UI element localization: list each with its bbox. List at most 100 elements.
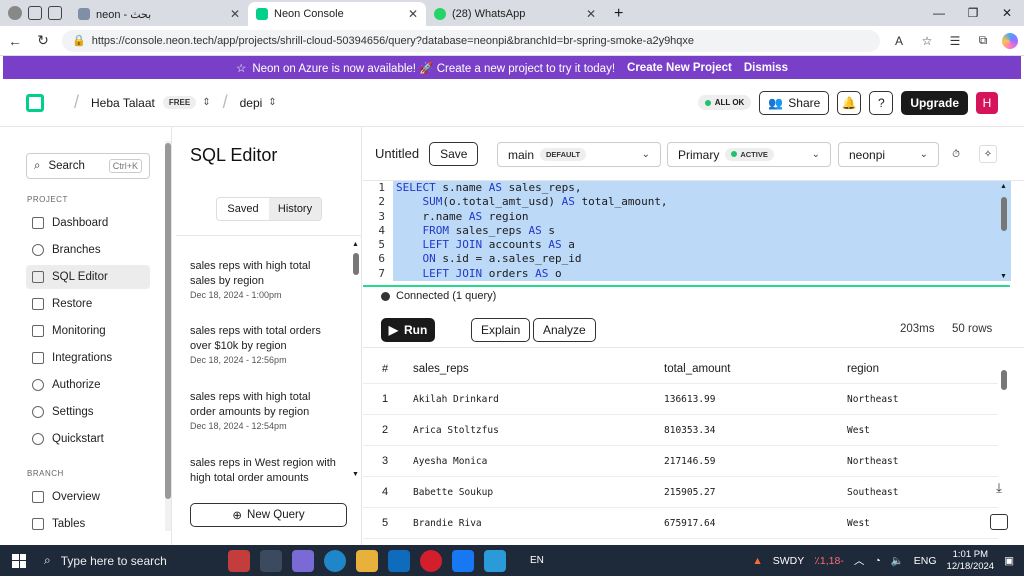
table-cell[interactable]: 217146.59 (664, 456, 847, 467)
table-row[interactable]: 4 Babette Soukup 215905.27 Southeast (363, 477, 998, 508)
search-button[interactable]: ⌕ Search Ctrl+K (26, 153, 150, 179)
queries-scrollbar[interactable]: ▲ ▼ (352, 241, 360, 481)
ai-sparkle-icon[interactable]: ✧ (979, 145, 997, 163)
sidebar-item-overview[interactable]: Overview (26, 485, 150, 509)
timer-icon[interactable]: ⏱ (947, 145, 965, 163)
share-button[interactable]: 👥 Share (759, 90, 830, 115)
neon-logo-icon[interactable] (26, 93, 44, 112)
table-row[interactable]: 1 Akilah Drinkard 136613.99 Northeast (363, 384, 998, 415)
gift-app-icon[interactable] (228, 549, 250, 572)
table-cell[interactable]: Brandie Riva (407, 518, 664, 529)
query-history-item[interactable]: sales reps with high total sales by regi… (190, 259, 336, 300)
read-aloud-icon[interactable]: A (890, 34, 908, 48)
edge-icon[interactable] (324, 549, 346, 572)
scrollbar-thumb[interactable] (1001, 370, 1007, 390)
chevron-updown-icon[interactable]: ⇕ (268, 97, 276, 108)
scroll-down-icon[interactable]: ▼ (1000, 273, 1007, 280)
copilot-icon[interactable] (1002, 32, 1018, 49)
close-tab-icon[interactable]: ✕ (408, 7, 418, 21)
close-tab-icon[interactable]: ✕ (586, 7, 596, 21)
chevron-updown-icon[interactable]: ⇕ (202, 97, 210, 108)
clock[interactable]: 1:01 PM 12/18/2024 (947, 549, 995, 573)
tab-actions-icon[interactable] (48, 6, 62, 20)
tab-history[interactable]: History (269, 198, 321, 220)
table-cell[interactable]: Akilah Drinkard (407, 394, 664, 405)
workspaces-icon[interactable] (28, 6, 42, 20)
table-cell[interactable]: Southeast (847, 487, 998, 498)
sidebar-item-sql-editor[interactable]: SQL Editor (26, 265, 150, 289)
table-cell[interactable]: West (847, 425, 998, 436)
notifications-button[interactable]: 🔔 (837, 90, 862, 115)
sidebar-item-tables[interactable]: Tables (26, 512, 150, 536)
close-tab-icon[interactable]: ✕ (230, 7, 240, 21)
sidebar-item-monitoring[interactable]: Monitoring (26, 319, 150, 343)
sidebar-item-quickstart[interactable]: Quickstart (26, 427, 150, 451)
analyze-button[interactable]: Analyze (533, 318, 596, 342)
favorites-icon[interactable]: ☰ (946, 34, 964, 48)
editor-scrollbar[interactable]: ▲ ▼ (998, 183, 1010, 283)
file-explorer-icon[interactable] (356, 549, 378, 572)
snipping-tool-icon[interactable] (484, 549, 506, 572)
table-row[interactable]: 2 Arica Stoltzfus 810353.34 West (363, 415, 998, 446)
dismiss-link[interactable]: Dismiss (744, 62, 788, 74)
sidebar-item-authorize[interactable]: Authorize (26, 373, 150, 397)
scroll-up-icon[interactable]: ▲ (352, 241, 359, 248)
explain-button[interactable]: Explain (471, 318, 531, 342)
task-view-icon[interactable] (260, 549, 282, 572)
new-query-button[interactable]: ⊕ New Query (190, 503, 347, 527)
browser-tab-whatsapp[interactable]: (28) WhatsApp ✕ (426, 2, 604, 26)
create-project-link[interactable]: Create New Project (627, 62, 732, 74)
new-tab-icon[interactable]: + (604, 2, 633, 26)
avatar[interactable]: H (976, 91, 998, 114)
column-header[interactable]: total_amount (664, 363, 847, 375)
sidebar-item-integrations[interactable]: Integrations (26, 346, 150, 370)
column-header[interactable]: # (363, 363, 407, 375)
org-name[interactable]: Heba Talaat (91, 96, 155, 110)
keyboard-language[interactable]: EN (530, 555, 544, 566)
sidebar-item-dashboard[interactable]: Dashboard (26, 211, 150, 235)
column-header[interactable]: region (847, 363, 998, 375)
close-window-icon[interactable]: ✕ (990, 6, 1024, 20)
sidebar-item-restore[interactable]: Restore (26, 292, 150, 316)
table-cell[interactable]: Arica Stoltzfus (407, 425, 664, 436)
volume-icon[interactable]: 🔈 (891, 554, 904, 567)
save-button[interactable]: Save (429, 141, 479, 166)
sidebar-scrollbar[interactable] (165, 141, 171, 531)
input-indicator[interactable]: ENG (914, 555, 937, 567)
outlook-icon[interactable] (388, 549, 410, 572)
collections-icon[interactable]: ⧉ (974, 33, 992, 48)
browser-tab-neon-console[interactable]: Neon Console ✕ (248, 2, 426, 26)
sidebar-item-settings[interactable]: Settings (26, 400, 150, 424)
query-history-item[interactable]: sales reps with high total order amounts… (190, 390, 336, 431)
windows-start-icon[interactable] (12, 553, 26, 568)
back-icon[interactable]: ← (6, 33, 24, 49)
url-field[interactable]: 🔒 https://console.neon.tech/app/projects… (62, 29, 880, 52)
copilot-app-icon[interactable] (292, 549, 314, 572)
editor-divider[interactable] (363, 285, 1010, 287)
scrollbar-thumb[interactable] (1001, 197, 1007, 231)
run-button[interactable]: ▶ Run (381, 318, 435, 342)
browser-tab-search[interactable]: neon - بحث ✕ (70, 2, 248, 26)
restore-icon[interactable]: ❐ (956, 6, 990, 20)
table-cell[interactable]: Babette Soukup (407, 487, 664, 498)
results-scrollbar[interactable] (999, 362, 1009, 422)
table-row[interactable]: 5 Brandie Riva 675917.64 West (363, 508, 998, 539)
column-header[interactable]: sales_reps (407, 363, 664, 375)
favorite-star-icon[interactable]: ☆ (918, 34, 936, 48)
scrollbar-thumb[interactable] (353, 253, 359, 275)
scroll-up-icon[interactable]: ▲ (1000, 183, 1007, 190)
query-history-item[interactable]: sales reps with total orders over $10k b… (190, 324, 336, 365)
wifi-icon[interactable]: ◔ (874, 555, 880, 567)
project-name[interactable]: depi (240, 96, 263, 110)
table-cell[interactable]: West (847, 518, 998, 529)
sql-code-editor[interactable]: 1 SELECT s.name AS sales_reps, 2 SUM(o.to… (363, 181, 1011, 285)
site-info-icon[interactable]: 🔒 (72, 34, 86, 47)
minimize-icon[interactable]: — (922, 6, 956, 20)
table-cell[interactable]: Northeast (847, 456, 998, 467)
table-cell[interactable]: 675917.64 (664, 518, 847, 529)
download-icon[interactable]: ⤓ (990, 480, 1008, 498)
upgrade-button[interactable]: Upgrade (901, 90, 968, 115)
tab-saved[interactable]: Saved (217, 198, 269, 220)
help-button[interactable]: ? (869, 90, 894, 115)
query-history-item[interactable]: sales reps in West region with high tota… (190, 456, 336, 484)
